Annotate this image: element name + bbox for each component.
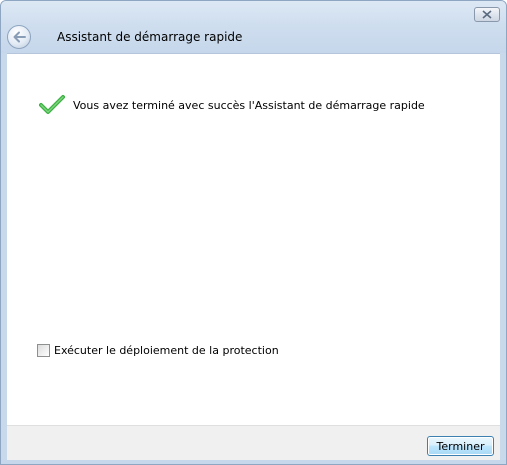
back-button[interactable] [7, 25, 31, 49]
close-button[interactable] [474, 7, 500, 22]
finish-button[interactable]: Terminer [427, 436, 494, 456]
title-bar: Assistant de démarrage rapide [1, 1, 506, 53]
checkmark-icon [39, 95, 65, 114]
run-deployment-option[interactable]: Exécuter le déploiement de la protection [37, 344, 279, 357]
back-arrow-icon [13, 31, 26, 43]
success-message: Vous avez terminé avec succès l'Assistan… [73, 98, 425, 112]
run-deployment-label[interactable]: Exécuter le déploiement de la protection [54, 344, 279, 357]
success-message-row: Vous avez terminé avec succès l'Assistan… [39, 94, 425, 116]
wizard-window: Assistant de démarrage rapide Vous avez … [0, 0, 507, 465]
window-bottom-frame [1, 460, 506, 464]
window-title: Assistant de démarrage rapide [57, 30, 243, 44]
close-icon [482, 10, 492, 19]
wizard-content: Vous avez terminé avec succès l'Assistan… [7, 53, 500, 425]
run-deployment-checkbox[interactable] [37, 344, 50, 357]
wizard-footer: Terminer [7, 425, 500, 460]
